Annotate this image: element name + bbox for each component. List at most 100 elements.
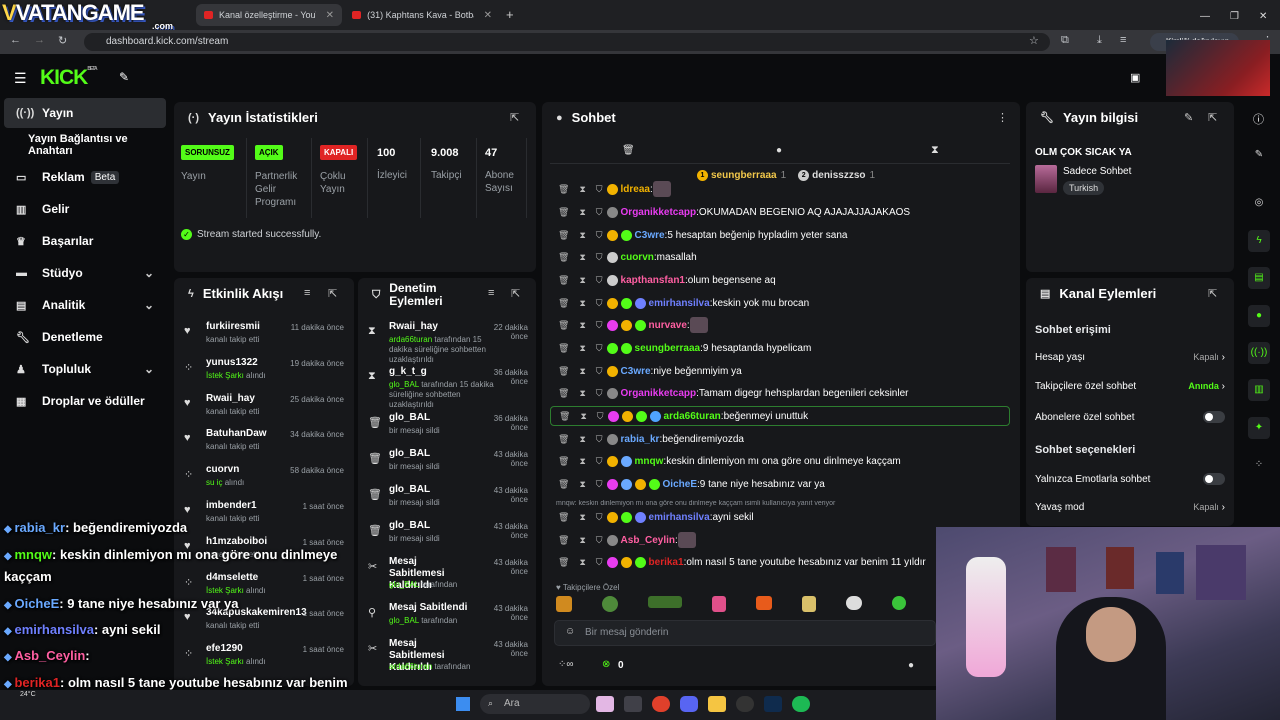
shield-icon[interactable]: ⛉ (596, 512, 603, 523)
chat-message[interactable]: 🗑︎ ⧗ ⛉ seungberraaa: 9 hesaptanda hypelicam (558, 338, 1010, 358)
shield-icon[interactable]: ⛉ (596, 366, 603, 377)
shield-icon[interactable]: ⛉ (596, 275, 603, 286)
feed-user[interactable]: BatuhanDaw (206, 428, 267, 439)
chat-bubble-icon[interactable]: ● (776, 145, 782, 156)
bookmark-star-icon[interactable]: ☆ (1029, 34, 1039, 47)
sidebar-item-reklam[interactable]: ▭ Reklam Beta (4, 162, 166, 192)
hourglass-icon[interactable]: ⧗ (579, 535, 585, 546)
app-icon[interactable] (596, 696, 614, 712)
emote[interactable] (556, 596, 572, 612)
trash-icon[interactable]: 🗑︎ (558, 557, 569, 568)
popout-icon[interactable]: ⇱ (510, 111, 519, 124)
chat-icon[interactable]: ● (1248, 305, 1270, 327)
spotify-icon[interactable] (792, 696, 810, 712)
shield-icon[interactable]: ⛉ (596, 535, 603, 546)
trash-icon[interactable]: 🗑︎ (558, 479, 569, 490)
restore-icon[interactable]: ❐ (1230, 11, 1239, 22)
hourglass-icon[interactable]: ⧗ (579, 275, 585, 286)
emote[interactable] (846, 596, 862, 610)
emote[interactable] (802, 596, 816, 612)
category-name[interactable]: Sadece Sohbet (1063, 166, 1131, 177)
chat-username[interactable]: emirhansilva (649, 512, 710, 523)
obs-icon[interactable] (736, 696, 754, 712)
feed-user[interactable]: d4mselette (206, 572, 258, 583)
emote[interactable] (712, 596, 726, 612)
hourglass-icon[interactable]: ⧗ (579, 343, 585, 354)
shield-icon[interactable]: ⛉ (596, 456, 603, 467)
windows-start-icon[interactable] (456, 697, 470, 711)
feed-item[interactable]: ♥ 34kapuskakemiren13 kanalı takip etti 1 sa… (184, 607, 344, 643)
setting-slow-mode[interactable]: Yavaş mod Kapalı › (1035, 502, 1225, 513)
feed-user[interactable]: yunus1322 (206, 357, 258, 368)
document-icon[interactable]: ▤ (1248, 267, 1270, 289)
chat-message[interactable]: 🗑︎ ⧗ ⛉ arda66turan: beğenmeyi unuttuk (550, 406, 1010, 426)
mod-action-item[interactable]: 🗑︎ glo_BAL bir mesajı sildi 36 dakika önce (366, 412, 530, 448)
chat-username[interactable]: berika1 (649, 557, 684, 568)
extensions-icon[interactable]: ⧉ (1061, 34, 1069, 47)
trash-icon[interactable]: 🗑︎ (558, 456, 569, 467)
pin-icon[interactable]: ✎ (119, 70, 129, 84)
discord-icon[interactable] (680, 696, 698, 712)
chat-message[interactable]: 🗑︎ ⧗ ⛉ nurvave: (558, 315, 1010, 335)
hourglass-icon[interactable]: ⧗ (579, 388, 585, 399)
chat-username[interactable]: emirhansilva (649, 298, 710, 309)
feed-item[interactable]: ⁘ yunus1322 İstek Şarkı alındı 19 dakika ön… (184, 357, 344, 393)
chat-message[interactable]: 🗑︎ ⧗ ⛉ C3wre: niye beğenmiyim ya (558, 361, 1010, 381)
mod-action-item[interactable]: ✂ Mesaj Sabitlemesi Kaldırıldı arda66turan… (366, 638, 530, 674)
emote[interactable] (602, 596, 618, 612)
mod-action-item[interactable]: ⧗ g_k_t_g glo_BAL tarafından 15 dakika sür… (366, 366, 530, 409)
feed-user[interactable]: imbender1 (206, 500, 257, 511)
chat-username[interactable]: Organikketcapp (621, 388, 697, 399)
chrome-icon[interactable] (652, 696, 670, 712)
pencil-icon[interactable]: ✎ (1248, 144, 1270, 166)
kick-logo[interactable]: KICKBETA (40, 66, 98, 90)
hourglass-icon[interactable]: ⧗ (580, 411, 586, 422)
chat-username[interactable]: Asb_Ceylin (621, 535, 675, 546)
trash-icon[interactable]: 🗑︎ (558, 434, 569, 445)
shield-icon[interactable]: ⛉ (596, 479, 603, 490)
photoshop-icon[interactable] (764, 696, 782, 712)
feed-user[interactable]: Rwaii_hay (206, 393, 255, 404)
community-icon[interactable]: ⁘ (1248, 454, 1270, 476)
setting-account-age[interactable]: Hesap yaşı Kapalı › (1035, 352, 1225, 363)
forward-icon[interactable]: → (34, 34, 45, 46)
close-icon[interactable]: ✕ (326, 10, 334, 21)
chat-message[interactable]: 🗑︎ ⧗ ⛉ emirhansilva: ayni sekil (558, 507, 1010, 527)
chat-message[interactable]: 🗑︎ ⧗ ⛉ emirhansilva: keskin yok mu brocan (558, 293, 1010, 313)
trash-icon[interactable]: 🗑︎ (558, 343, 569, 354)
mod-action-item[interactable]: ✂ Mesaj Sabitlemesi Kaldırıldı glo_BAL tar… (366, 556, 530, 592)
setting-followers-only[interactable]: Takipçilere özel sohbet Anında › (1035, 381, 1225, 392)
sidebar-item-denetleme[interactable]: 🔧︎ Denetleme (4, 322, 166, 352)
new-tab-button[interactable]: + (506, 7, 514, 22)
trash-icon[interactable]: 🗑︎ (558, 366, 569, 377)
filter-icon[interactable]: ≡ (488, 287, 494, 299)
feed-user[interactable]: cuorvn (206, 464, 239, 475)
chat-username[interactable]: cuorvn (621, 252, 654, 263)
folder-icon[interactable] (708, 696, 726, 712)
hourglass-icon[interactable]: ⧗ (579, 456, 585, 467)
chat-message[interactable]: 🗑︎ ⧗ ⛉ C3wre: 5 hesaptan beğenip hypladim y… (558, 225, 1010, 245)
trash-icon[interactable]: 🗑︎ (558, 275, 569, 286)
hourglass-icon[interactable]: ⧗ (579, 230, 585, 241)
feed-user[interactable]: efe1290 (206, 643, 243, 654)
trash-icon[interactable]: 🗑︎ (559, 411, 570, 422)
hourglass-icon[interactable]: ⧗ (579, 512, 585, 523)
hourglass-icon[interactable]: ⧗ (579, 184, 585, 195)
hourglass-icon[interactable]: ⧗ (579, 434, 585, 445)
chat-menu-icon[interactable]: ⋮ (997, 111, 1008, 124)
hourglass-icon[interactable]: ⧗ (579, 320, 585, 331)
chat-message[interactable]: 🗑︎ ⧗ ⛉ Organikketcapp: Tamam digegr hehspla… (558, 383, 1010, 403)
back-icon[interactable]: ← (10, 34, 21, 46)
chat-message[interactable]: 🗑︎ ⧗ ⛉ mnqw: keskin dinlemiyon mı ona göre … (558, 451, 1010, 471)
trash-icon[interactable]: 🗑︎ (558, 512, 569, 523)
info-icon[interactable]: ⓘ (1253, 111, 1264, 127)
popout-icon[interactable]: ⇱ (328, 287, 337, 300)
broadcast-icon[interactable]: ((·)) (1248, 342, 1270, 364)
sidebar-item-basarilar[interactable]: ♛ Başarılar (4, 226, 166, 256)
shield-icon[interactable]: ⛉ (596, 434, 603, 445)
shield-icon[interactable]: ⛉ (596, 320, 603, 331)
sidebar-item-studyo[interactable]: ▬ Stüdyo ⌄ (4, 258, 166, 288)
media-icon[interactable]: ≡ (1120, 34, 1126, 46)
trash-icon[interactable]: 🗑︎ (558, 388, 569, 399)
shield-icon[interactable]: ⛉ (596, 207, 603, 218)
